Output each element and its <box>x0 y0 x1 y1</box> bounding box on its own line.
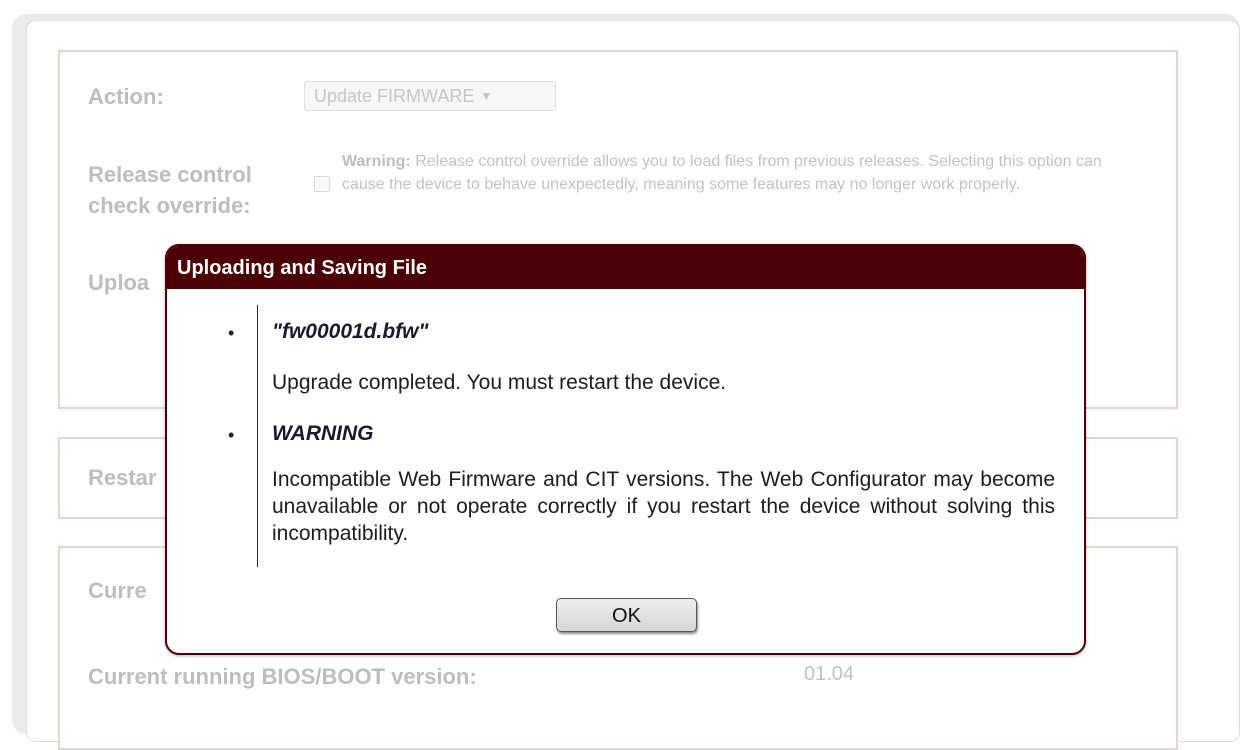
uploaded-file-name: "fw00001d.bfw" <box>272 320 429 343</box>
current-version-label: Curre <box>88 578 147 603</box>
warning-text: Release control override allows you to l… <box>342 153 1102 193</box>
release-control-label-line2: check override: <box>88 193 251 218</box>
upload-result-dialog: Uploading and Saving File • "fw00001d.bf… <box>165 244 1086 655</box>
bios-version-value: 01.04 <box>804 663 855 685</box>
release-control-label-line1: Release control <box>88 162 252 187</box>
message-list-divider <box>257 305 258 567</box>
warning-title: WARNING <box>272 422 374 445</box>
dialog-body: • "fw00001d.bfw" Upgrade completed. You … <box>167 289 1084 653</box>
release-override-warning: Warning: Release control override allows… <box>342 150 1142 196</box>
upgrade-status-message: Upgrade completed. You must restart the … <box>272 371 727 394</box>
warning-message: Incompatible Web Firmware and CIT versio… <box>272 468 1055 545</box>
action-label: Action: <box>88 84 164 109</box>
release-override-checkbox[interactable] <box>314 176 330 192</box>
bullet-icon: • <box>228 323 235 343</box>
action-select[interactable]: Update FIRMWARE ▼ <box>304 81 556 111</box>
chevron-down-icon: ▼ <box>480 89 493 103</box>
bullet-icon: • <box>228 425 235 445</box>
ok-button[interactable]: OK <box>556 598 697 632</box>
upload-label: Uploa <box>88 270 150 295</box>
bios-version-label: Current running BIOS/BOOT version: <box>88 664 477 689</box>
dialog-title: Uploading and Saving File <box>167 246 1084 289</box>
action-select-value: Update FIRMWARE <box>314 86 475 106</box>
warning-prefix: Warning: <box>342 153 411 170</box>
restart-label: Restar <box>88 465 157 490</box>
